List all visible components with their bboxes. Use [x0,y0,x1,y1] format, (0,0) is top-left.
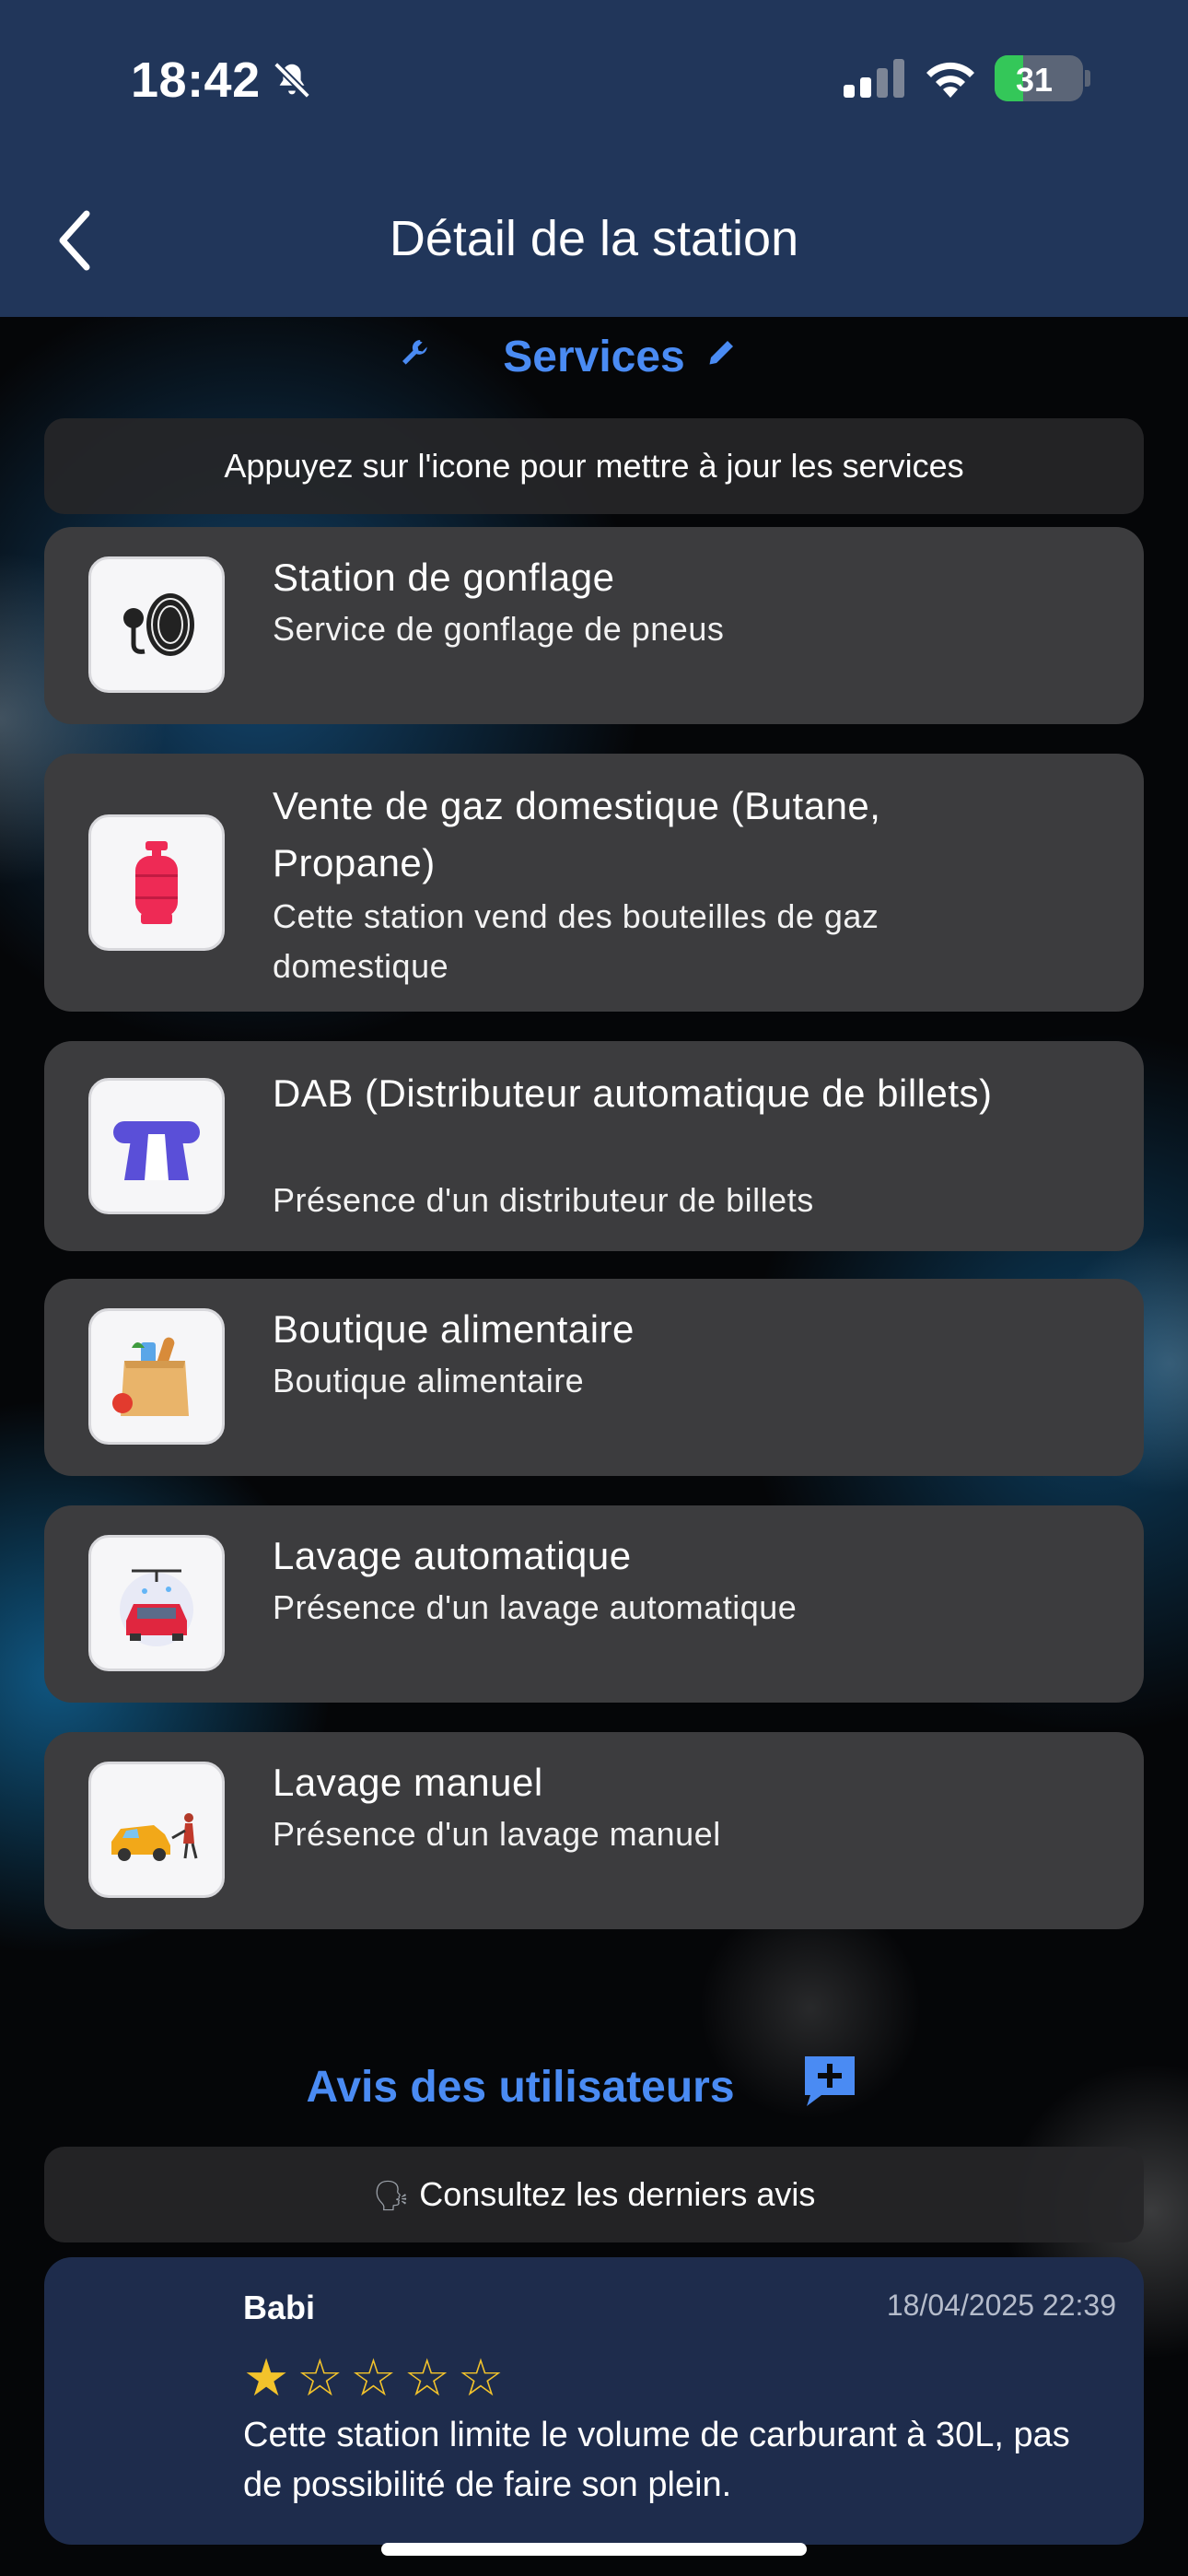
wifi-icon [926,62,974,98]
service-card[interactable]: Lavage manuel Présence d'un lavage manue… [44,1732,1144,1929]
reviews-title: Avis des utilisateurs [306,2063,735,2112]
review-date: 18/04/2025 22:39 [886,2289,1116,2322]
service-card[interactable]: DAB (Distributeur automatique de billets… [44,1041,1144,1251]
silent-bell-icon [274,62,310,99]
service-title: Station de gonflage [273,556,615,599]
services-title: Services [503,333,685,381]
atm-icon[interactable] [88,1078,225,1214]
grocery-bag-icon[interactable] [88,1308,225,1445]
status-time: 18:42 [131,53,261,108]
cellular-signal-icon [844,59,904,98]
service-card[interactable]: Lavage automatique Présence d'un lavage … [44,1505,1144,1703]
service-subtitle: Présence d'un lavage automatique [273,1588,798,1626]
service-title: Boutique alimentaire [273,1307,635,1351]
service-title: Lavage automatique [273,1534,632,1577]
service-subtitle: Service de gonflage de pneus [273,610,725,648]
service-card[interactable]: Boutique alimentaire Boutique alimentair… [44,1279,1144,1476]
service-subtitle: Boutique alimentaire [273,1362,585,1399]
edit-pencil-icon[interactable] [705,335,739,369]
nav-header: 18:42 31 Détail de la station [0,0,1188,317]
service-subtitle: Présence d'un distributeur de billets [273,1181,814,1219]
service-card[interactable]: Station de gonflage Service de gonflage … [44,527,1144,724]
tire-inflation-icon[interactable] [88,556,225,693]
battery-cap [1085,70,1090,87]
star-rating: ★☆☆☆☆ [243,2348,512,2406]
service-subtitle: Présence d'un lavage manuel [273,1815,721,1853]
battery-indicator: 31 [995,55,1083,101]
service-title: Vente de gaz domestique (Butane, Propane… [273,784,881,884]
review-author: Babi [243,2289,316,2326]
add-review-icon[interactable] [801,2053,858,2110]
reviews-hint: Consultez les derniers avis [419,2175,816,2213]
manual-wash-icon[interactable] [88,1762,225,1898]
service-title: DAB (Distributeur automatique de billets… [273,1071,993,1115]
reviews-hint-box: 🗣 Consultez les derniers avis [44,2147,1144,2242]
services-hint: Appuyez sur l'icone pour mettre à jour l… [44,418,1144,514]
car-wash-icon[interactable] [88,1535,225,1671]
service-title: Lavage manuel [273,1761,543,1804]
review-card[interactable]: Babi 18/04/2025 22:39 ★☆☆☆☆ Cette statio… [44,2257,1144,2545]
review-text: Cette station limite le volume de carbur… [243,2416,1070,2504]
service-card[interactable]: Vente de gaz domestique (Butane, Propane… [44,754,1144,1012]
page-title: Détail de la station [389,211,799,266]
gas-cylinder-icon[interactable] [88,814,225,951]
home-indicator[interactable] [381,2543,807,2556]
service-subtitle: Cette station vend des bouteilles de gaz… [273,897,879,985]
battery-percent: 31 [1015,61,1054,99]
speaking-head-icon: 🗣 [372,2179,411,2212]
